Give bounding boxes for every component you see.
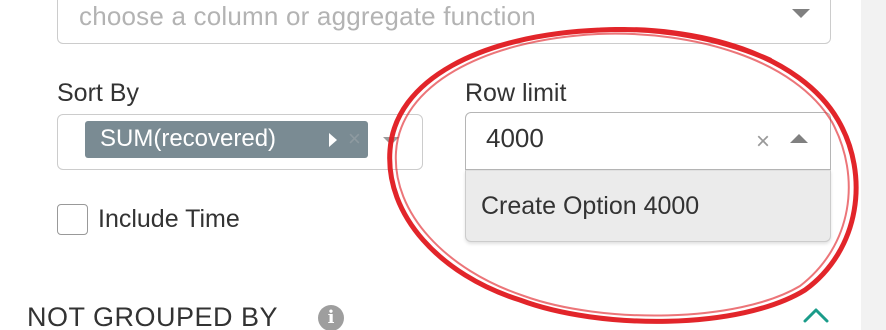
metrics-select[interactable]: choose a column or aggregate function xyxy=(57,0,831,44)
include-time-label: Include Time xyxy=(98,205,240,233)
include-time-checkbox[interactable] xyxy=(57,204,88,235)
stage: choose a column or aggregate function So… xyxy=(0,0,886,330)
dropdown-option-create[interactable]: Create Option 4000 xyxy=(481,192,699,221)
chevron-down-icon[interactable] xyxy=(383,137,399,145)
row-limit-input[interactable]: 4000 xyxy=(486,123,544,154)
sort-by-tag-label: SUM(recovered) xyxy=(100,125,277,152)
clear-icon[interactable]: × xyxy=(756,130,770,154)
metrics-select-placeholder: choose a column or aggregate function xyxy=(79,1,536,31)
sort-by-select[interactable]: SUM(recovered) × xyxy=(57,114,423,170)
caret-right-icon[interactable] xyxy=(329,133,337,147)
collapse-chevron-icon[interactable] xyxy=(802,305,830,325)
sort-by-label: Sort By xyxy=(57,79,139,107)
sort-by-tag[interactable]: SUM(recovered) × xyxy=(85,121,368,158)
row-limit-dropdown: Create Option 4000 xyxy=(465,170,831,242)
chevron-up-icon[interactable] xyxy=(790,134,808,143)
section-title[interactable]: NOT GROUPED BY xyxy=(27,302,278,330)
row-limit-select[interactable]: 4000 × xyxy=(465,112,831,170)
row-limit-label: Row limit xyxy=(465,79,567,107)
chevron-down-icon[interactable] xyxy=(792,9,810,18)
tag-remove-icon[interactable]: × xyxy=(348,128,361,150)
scroll-gutter xyxy=(861,0,886,330)
info-icon[interactable]: i xyxy=(318,305,344,330)
